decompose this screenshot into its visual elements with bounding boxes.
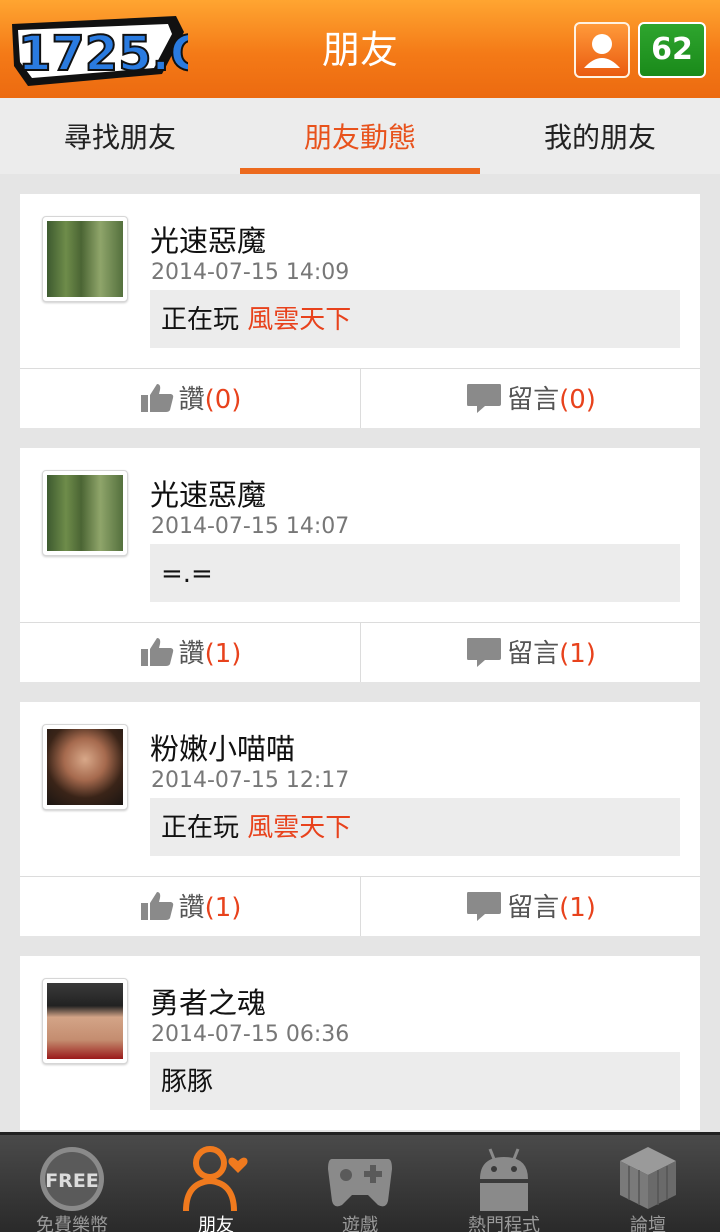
friend-name[interactable]: 光速惡魔 (150, 218, 266, 260)
tab-my-friends[interactable]: 我的朋友 (480, 98, 720, 174)
like-label: 讚 (178, 385, 205, 415)
post-message: 豚豚 (150, 1052, 680, 1110)
app-header: 1725.COM 朋友 62 (0, 0, 720, 98)
message-text: =.= (161, 559, 213, 589)
free-coin-icon: FREE (40, 1147, 104, 1211)
like-button[interactable]: 讚(0) (20, 369, 360, 428)
avatar[interactable] (42, 216, 128, 302)
post-timestamp: 2014-07-15 06:36 (151, 1022, 350, 1047)
thumbs-up-icon (140, 638, 173, 666)
like-count: (1) (204, 893, 242, 923)
tab-friend-activity[interactable]: 朋友動態 (240, 98, 480, 174)
game-link[interactable]: 風雲天下 (247, 305, 351, 335)
avatar[interactable] (42, 470, 128, 556)
like-count: (0) (204, 385, 242, 415)
speech-bubble-icon (467, 892, 502, 921)
feed-card: 光速惡魔 2014-07-15 14:09 正在玩 風雲天下 讚(0) 留言(0… (20, 194, 700, 428)
comment-button[interactable]: 留言(0) (360, 369, 700, 428)
like-count: (1) (204, 639, 242, 669)
message-text: 正在玩 (161, 305, 248, 335)
comment-count: (1) (559, 893, 596, 923)
nav-free-coins[interactable]: FREE 免費樂幣 (0, 1135, 144, 1232)
post-message: =.= (150, 544, 680, 602)
comment-label: 留言 (507, 893, 560, 923)
friend-name[interactable]: 光速惡魔 (150, 472, 266, 514)
nav-label: 遊戲 (342, 1215, 378, 1232)
post-timestamp: 2014-07-15 14:07 (151, 514, 350, 539)
friend-heart-icon (183, 1146, 248, 1211)
gamepad-icon (328, 1159, 392, 1207)
bottom-navigation: FREE 免費樂幣 朋友 遊戲 熱門程式 論壇 (0, 1132, 720, 1232)
feed-card: 勇者之魂 2014-07-15 06:36 豚豚 (20, 956, 700, 1130)
activity-feed[interactable]: 光速惡魔 2014-07-15 14:09 正在玩 風雲天下 讚(0) 留言(0… (20, 194, 700, 1130)
cube-icon (620, 1147, 676, 1209)
comment-count: (1) (559, 639, 596, 669)
friend-name[interactable]: 勇者之魂 (150, 980, 266, 1022)
comment-button[interactable]: 留言(1) (360, 623, 700, 682)
feed-card: 粉嫩小喵喵 2014-07-15 12:17 正在玩 風雲天下 讚(1) 留言(… (20, 702, 700, 936)
message-text: 豚豚 (161, 1067, 214, 1097)
avatar[interactable] (42, 724, 128, 810)
speech-bubble-icon (467, 638, 502, 667)
tab-bar: 尋找朋友 朋友動態 我的朋友 (0, 98, 720, 174)
friend-name[interactable]: 粉嫩小喵喵 (150, 726, 295, 768)
comment-label: 留言 (507, 385, 560, 415)
post-timestamp: 2014-07-15 14:09 (151, 260, 350, 285)
android-icon (480, 1148, 528, 1211)
nav-label: 熱門程式 (468, 1215, 540, 1232)
comment-label: 留言 (507, 639, 560, 669)
nav-label: 論壇 (630, 1215, 666, 1232)
nav-friends[interactable]: 朋友 (144, 1135, 288, 1232)
nav-popular-apps[interactable]: 熱門程式 (432, 1135, 576, 1232)
speech-bubble-icon (467, 384, 502, 413)
game-link[interactable]: 風雲天下 (247, 813, 351, 843)
thumbs-up-icon (140, 892, 173, 920)
tab-find-friends[interactable]: 尋找朋友 (0, 98, 240, 174)
nav-games[interactable]: 遊戲 (288, 1135, 432, 1232)
nav-label: 免費樂幣 (36, 1215, 108, 1232)
like-label: 讚 (178, 893, 205, 923)
user-icon (584, 34, 620, 68)
post-timestamp: 2014-07-15 12:17 (151, 768, 350, 793)
profile-button[interactable] (574, 22, 630, 78)
comment-button[interactable]: 留言(1) (360, 877, 700, 936)
message-text: 正在玩 (161, 813, 248, 843)
avatar[interactable] (42, 978, 128, 1064)
feed-card: 光速惡魔 2014-07-15 14:07 =.= 讚(1) 留言(1) (20, 448, 700, 682)
post-message: 正在玩 風雲天下 (150, 290, 680, 348)
active-tab-indicator (240, 168, 480, 174)
thumbs-up-icon (140, 384, 173, 412)
notification-count-badge[interactable]: 62 (638, 22, 706, 78)
like-button[interactable]: 讚(1) (20, 623, 360, 682)
nav-label: 朋友 (198, 1215, 234, 1232)
post-message: 正在玩 風雲天下 (150, 798, 680, 856)
like-label: 讚 (178, 639, 205, 669)
free-coin-text: FREE (45, 1170, 99, 1192)
nav-forum[interactable]: 論壇 (576, 1135, 720, 1232)
like-button[interactable]: 讚(1) (20, 877, 360, 936)
comment-count: (0) (559, 385, 596, 415)
